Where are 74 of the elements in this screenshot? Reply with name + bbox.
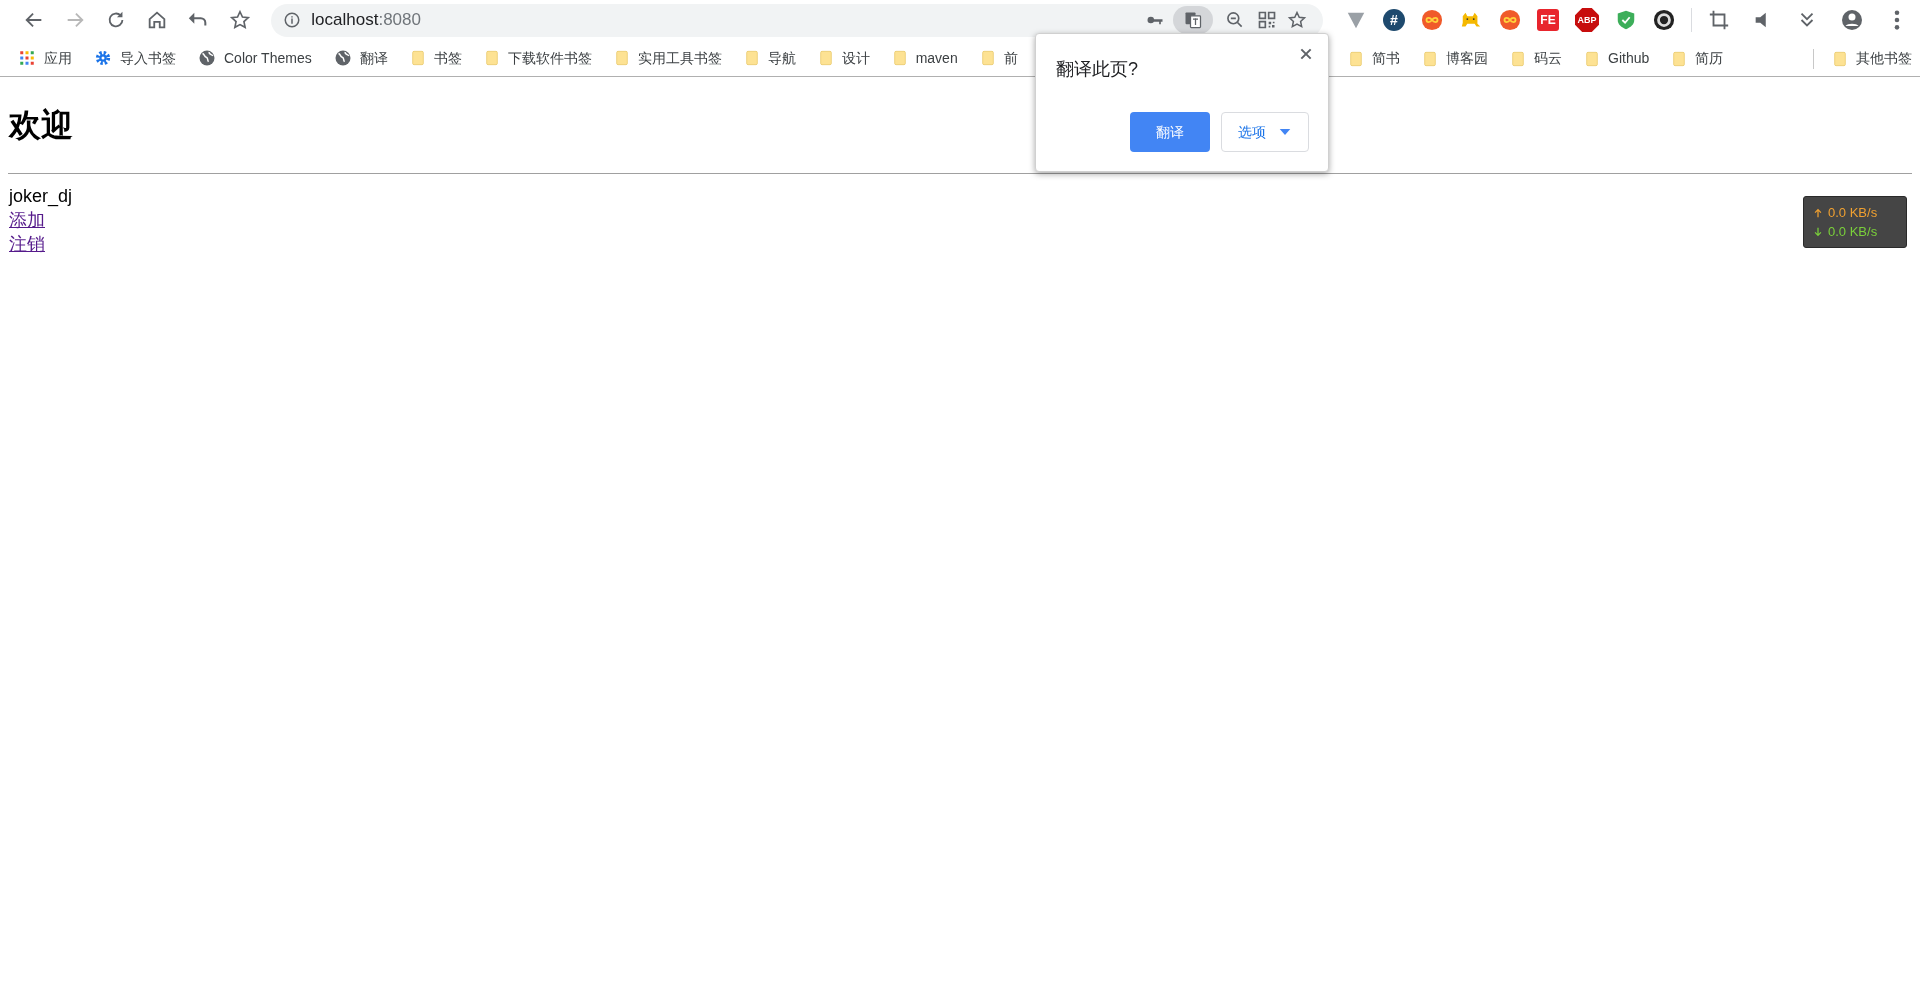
bookmark-label: 前 — [1003, 48, 1018, 68]
folder-icon — [483, 48, 500, 68]
globe-icon — [333, 49, 352, 67]
bookmark-label: 其他书签 — [1856, 49, 1913, 68]
qr-code-icon[interactable] — [1257, 10, 1277, 30]
infinity-icon[interactable] — [1421, 9, 1443, 31]
star-icon[interactable] — [1287, 10, 1307, 30]
bookmark-item[interactable]: maven — [883, 44, 966, 72]
zoom-out-icon[interactable] — [1225, 10, 1245, 30]
folder-icon — [743, 48, 760, 68]
page-link[interactable]: 注销 — [9, 232, 45, 256]
bookmark-item[interactable]: 设计 — [809, 44, 878, 72]
folder-icon — [891, 48, 908, 68]
info-icon[interactable] — [283, 11, 302, 29]
bookmark-label: 简历 — [1695, 49, 1724, 68]
ring-icon[interactable] — [1653, 9, 1675, 31]
bookmark-label: 翻译 — [359, 48, 388, 68]
download-arrow-icon — [1813, 225, 1823, 238]
folder-icon — [409, 48, 426, 68]
download-speed: 0.0 KB/s — [1828, 223, 1878, 240]
account-icon[interactable] — [1839, 8, 1864, 32]
apps-grid-icon — [18, 49, 36, 67]
globe-icon — [198, 49, 216, 67]
bookmark-item[interactable]: Github — [1576, 44, 1658, 73]
translate-confirm-button[interactable]: 翻译 — [1130, 112, 1210, 152]
folder-icon — [613, 48, 630, 68]
bookmark-label: 设计 — [841, 48, 870, 68]
bookmark-item[interactable]: 导航 — [735, 44, 804, 72]
bookmark-label: 导入书签 — [120, 48, 176, 68]
bookmark-label: maven — [915, 48, 958, 68]
translate-button[interactable] — [1173, 6, 1213, 34]
page-heading: 欢迎 — [9, 106, 73, 145]
bookmark-label: Github — [1608, 49, 1650, 68]
shield-icon[interactable] — [1615, 9, 1637, 31]
abp-extension-icon[interactable]: ABP — [1575, 8, 1599, 32]
page-link[interactable]: 添加 — [9, 208, 45, 232]
bookmark-label: 应用 — [44, 48, 72, 68]
bookmark-item[interactable]: 应用 — [10, 44, 80, 72]
hash-extension-icon[interactable]: # — [1383, 9, 1405, 31]
bookmark-item[interactable]: 博客园 — [1414, 44, 1496, 73]
crop-icon[interactable] — [1707, 9, 1730, 31]
bookmark-label: 书签 — [433, 48, 462, 68]
bookmark-item[interactable]: Color Themes — [190, 44, 320, 72]
bookmark-label: 码云 — [1534, 49, 1562, 68]
folder-icon — [979, 48, 996, 68]
upload-arrow-icon — [1813, 206, 1823, 219]
bookmark-item[interactable]: 书签 — [401, 44, 470, 72]
bookmark-item[interactable]: 翻译 — [325, 44, 396, 72]
bookmark-label: 简书 — [1372, 49, 1400, 68]
bookmark-item[interactable]: 简历 — [1663, 44, 1732, 73]
bookmark-item[interactable]: 导入书签 — [86, 44, 184, 72]
bookmark-item[interactable]: 简书 — [1340, 44, 1408, 73]
folder-icon — [817, 48, 834, 68]
bookmark-label: 导航 — [767, 48, 796, 68]
address-bar[interactable]: localhost:8080 — [271, 3, 1323, 37]
bookmark-label: 博客园 — [1446, 49, 1488, 68]
upload-speed: 0.0 KB/s — [1828, 204, 1878, 221]
bookmark-item[interactable]: 实用工具书签 — [605, 44, 730, 72]
options-dropdown-button[interactable]: 选项 — [1221, 112, 1309, 152]
close-icon[interactable] — [1298, 46, 1314, 62]
fe-extension-icon[interactable]: FE — [1537, 9, 1559, 31]
popup-title: 翻译此页? — [1056, 58, 1138, 81]
username-text: joker_dj — [9, 185, 73, 208]
bookmark-label: 下载软件书签 — [507, 48, 592, 68]
bookmark-label: Color Themes — [224, 48, 312, 68]
bookmark-item[interactable]: 前 — [971, 44, 1026, 72]
bookmark-item[interactable]: 码云 — [1502, 44, 1570, 73]
bookmark-item[interactable]: 其他书签 — [1824, 44, 1920, 73]
url-text: localhost:8080 — [311, 9, 421, 32]
translate-icon — [1183, 10, 1203, 30]
star-icon — [228, 9, 251, 31]
infinity-icon[interactable] — [1499, 9, 1521, 31]
bookmark-item[interactable]: 下载软件书签 — [475, 44, 600, 72]
bookmark-label: 实用工具书签 — [637, 48, 722, 68]
